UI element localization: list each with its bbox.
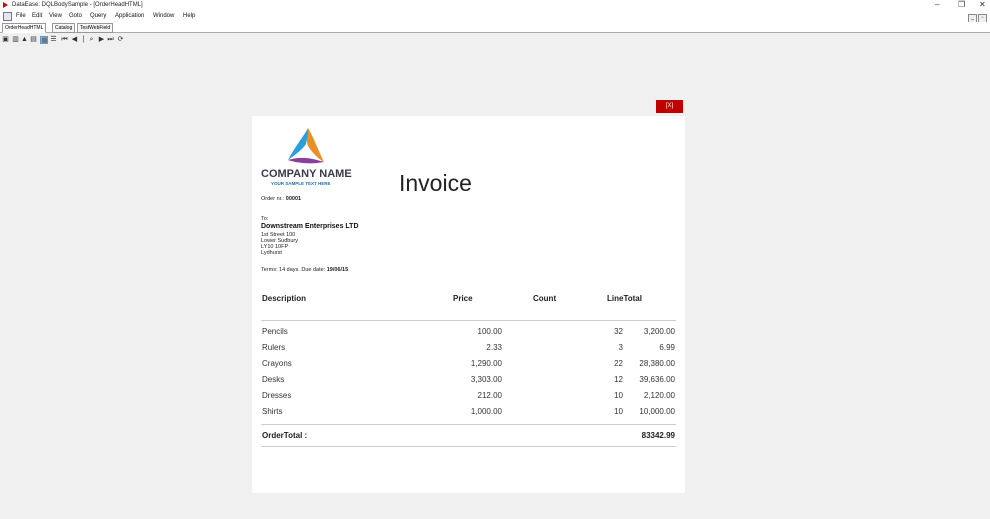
customer-name: Downstream Enterprises LTD — [261, 223, 359, 230]
item-count: 12 — [614, 375, 623, 384]
item-price: 2.33 — [486, 343, 502, 352]
window-title: DataEase: DQLBodySample - [OrderHeadHTML… — [12, 2, 143, 8]
toolbar: ▣ ▥ ▲ ▤ ▦ ☰ ⏮ ◀ | ⌕ ▶ ⏭ ⟳ — [0, 35, 990, 45]
menu-query[interactable]: Query — [90, 10, 106, 22]
search-icon[interactable]: ⌕ — [88, 36, 95, 43]
tab-testwebfield[interactable]: TestWebField — [77, 23, 114, 33]
printer-icon[interactable]: ▤ — [30, 36, 37, 43]
company-logo-icon — [288, 128, 324, 164]
delete-icon[interactable]: ▥ — [12, 36, 19, 43]
print-icon[interactable]: ▲ — [21, 36, 28, 43]
due-date: 19/06/15 — [326, 267, 349, 273]
item-price: 212.00 — [477, 391, 502, 400]
form-view-icon[interactable]: ▦ — [40, 36, 48, 44]
menu-file[interactable]: File — [16, 10, 26, 22]
item-description: Rulers — [262, 343, 286, 352]
table-row: Dresses 212.00 10 2,120.00 — [252, 391, 685, 407]
order-number: Order nr.: 00001 — [261, 196, 301, 202]
document-icon[interactable] — [3, 12, 12, 21]
app-icon — [3, 2, 8, 8]
menu-application[interactable]: Application — [115, 10, 144, 22]
item-price: 3,303.00 — [470, 375, 502, 384]
table-row: Rulers 2.33 3 6.99 — [252, 343, 685, 359]
tab-orderheadhtml[interactable]: OrderHeadHTML — [2, 23, 47, 33]
address-line-4: Lydhurst — [261, 250, 282, 256]
refresh-icon[interactable]: ⟳ — [117, 36, 124, 43]
tab-catalog[interactable]: Catalog — [52, 23, 76, 33]
table-row: Pencils 100.00 32 3,200.00 — [252, 327, 685, 343]
table-view-icon[interactable]: ☰ — [50, 36, 57, 43]
order-total-value: 83342.99 — [641, 431, 675, 440]
header-count: Count — [533, 294, 557, 303]
total-divider-top — [261, 424, 676, 425]
header-description: Description — [262, 294, 307, 303]
invoice-title: Invoice — [399, 170, 472, 196]
minimize-button[interactable]: – — [935, 0, 939, 10]
item-count: 3 — [618, 343, 623, 352]
to-label: To: — [261, 216, 269, 222]
item-description: Dresses — [262, 391, 292, 400]
item-price: 1,290.00 — [470, 359, 502, 368]
total-divider-bottom — [261, 446, 676, 447]
next-record-icon[interactable]: ▶ — [98, 36, 105, 43]
menu-bar: File Edit View Goto Query Application Wi… — [0, 10, 990, 23]
item-description: Shirts — [262, 407, 283, 416]
item-line-total: 39,636.00 — [639, 375, 675, 384]
restore-button[interactable]: ❐ — [958, 0, 965, 10]
item-line-total: 2,120.00 — [643, 391, 675, 400]
item-count: 10 — [614, 391, 623, 400]
close-window-button[interactable]: ✕ — [979, 0, 986, 10]
header-line-total: LineTotal — [607, 294, 642, 303]
title-bar: DataEase: DQLBodySample - [OrderHeadHTML… — [0, 0, 990, 10]
first-record-icon[interactable]: ⏮ — [61, 36, 68, 43]
item-line-total: 3,200.00 — [643, 327, 675, 336]
table-row: Desks 3,303.00 12 39,636.00 — [252, 375, 685, 391]
item-line-total: 6.99 — [659, 343, 675, 352]
table-row: Crayons 1,290.00 22 28,380.00 — [252, 359, 685, 375]
item-count: 22 — [614, 359, 623, 368]
terms: Terms: 14 days. Due date: 19/06/15 — [261, 267, 348, 273]
previous-record-icon[interactable]: ◀ — [71, 36, 78, 43]
company-tagline: YOUR SAMPLE TEXT HERE — [271, 181, 331, 186]
tab-bar: OrderHeadHTML Catalog TestWebField — [0, 22, 990, 33]
invoice-document: COMPANY NAME YOUR SAMPLE TEXT HERE Invoi… — [252, 116, 685, 493]
item-description: Desks — [262, 375, 285, 384]
menu-window[interactable]: Window — [153, 10, 174, 22]
item-price: 100.00 — [477, 327, 502, 336]
item-line-total: 10,000.00 — [639, 407, 675, 416]
order-value: 00001 — [285, 196, 302, 202]
close-html-button[interactable]: [X] — [656, 100, 683, 113]
item-line-total: 28,380.00 — [639, 359, 675, 368]
menu-view[interactable]: View — [49, 10, 62, 22]
terms-label: Terms: 14 days. Due date: — [261, 267, 327, 273]
item-description: Crayons — [262, 359, 292, 368]
save-icon[interactable]: ▣ — [2, 36, 9, 43]
company-name: COMPANY NAME — [261, 168, 352, 180]
separator-icon: | — [82, 36, 85, 43]
last-record-icon[interactable]: ⏭ — [107, 36, 114, 43]
header-divider — [261, 320, 676, 321]
item-count: 32 — [614, 327, 623, 336]
menu-goto[interactable]: Goto — [69, 10, 82, 22]
table-row: Shirts 1,000.00 10 10,000.00 — [252, 407, 685, 423]
order-total-label: OrderTotal : — [262, 431, 308, 440]
header-price: Price — [453, 294, 473, 303]
menu-edit[interactable]: Edit — [32, 10, 42, 22]
item-price: 1,000.00 — [470, 407, 502, 416]
item-count: 10 — [614, 407, 623, 416]
item-description: Pencils — [262, 327, 288, 336]
menu-help[interactable]: Help — [183, 10, 195, 22]
order-label: Order nr.: — [261, 196, 286, 202]
